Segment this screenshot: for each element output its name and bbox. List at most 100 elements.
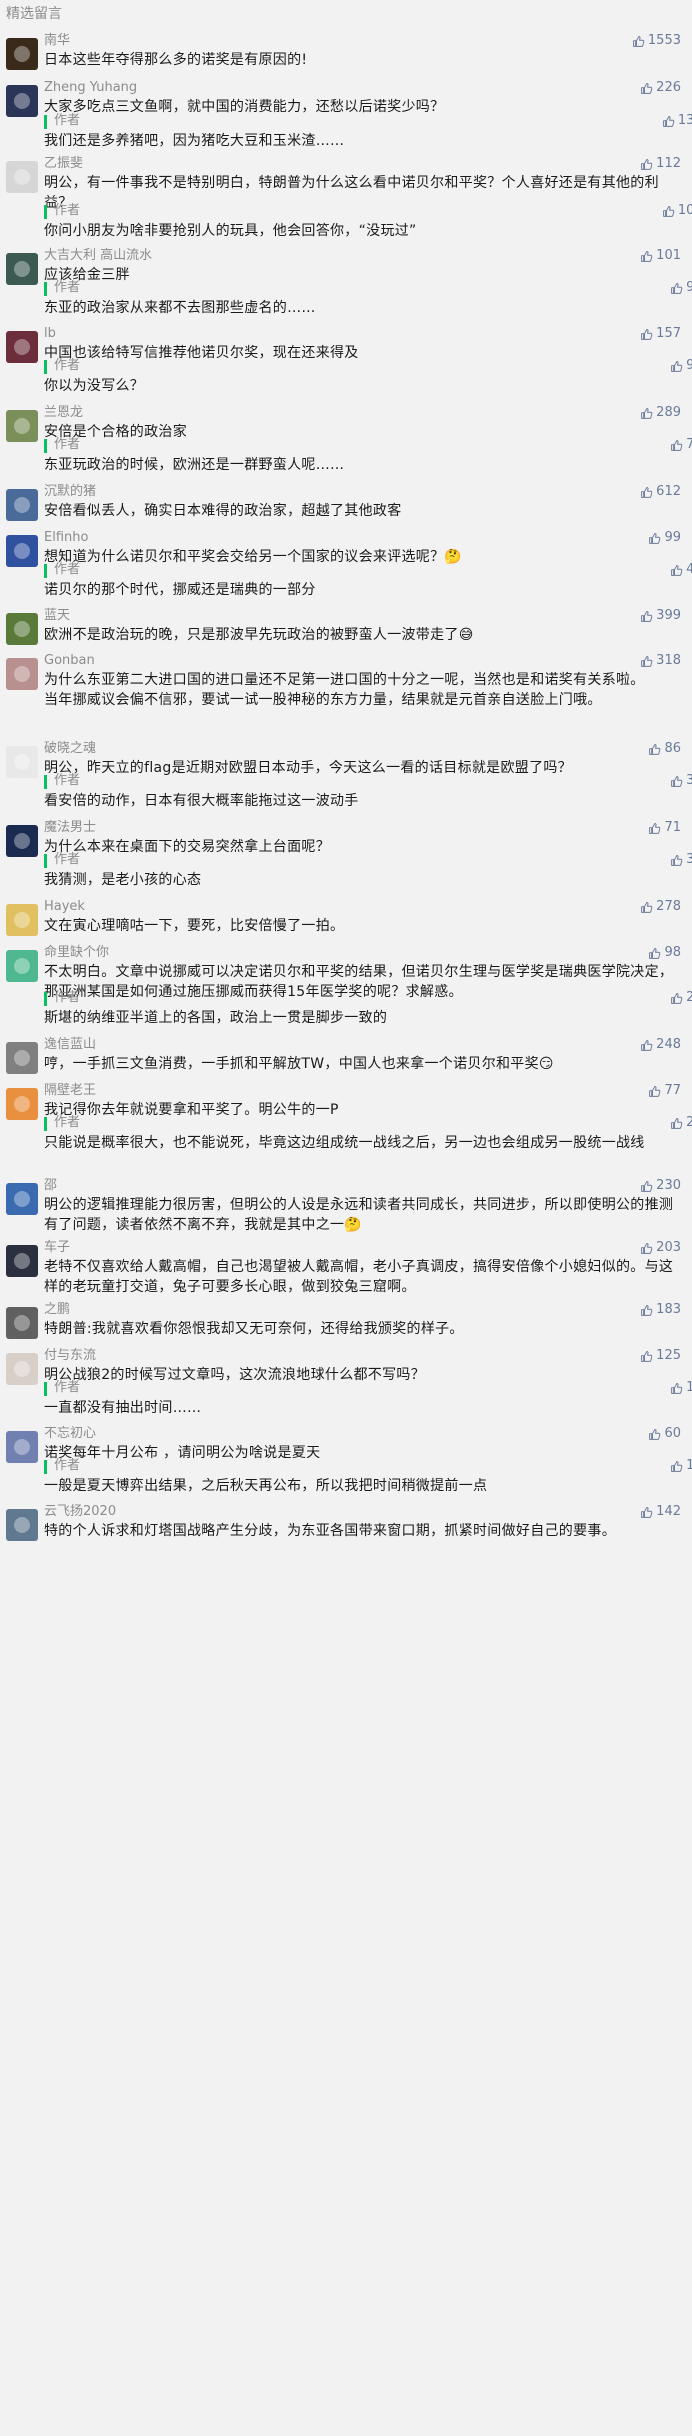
avatar[interactable] <box>6 613 38 645</box>
like-button[interactable]: 289 <box>640 405 681 421</box>
thumbs-up-icon[interactable] <box>640 158 653 171</box>
commenter-name[interactable]: 不忘初心 <box>44 1426 96 1442</box>
thumbs-up-icon[interactable] <box>648 1428 661 1441</box>
thumbs-up-icon[interactable] <box>640 328 653 341</box>
avatar[interactable] <box>6 904 38 936</box>
like-button[interactable]: 1037 <box>662 203 692 219</box>
like-button[interactable]: 101 <box>640 248 681 264</box>
like-button[interactable]: 248 <box>640 1037 681 1053</box>
commenter-name[interactable]: 之鹏 <box>44 1302 70 1318</box>
thumbs-up-icon[interactable] <box>648 947 661 960</box>
avatar[interactable] <box>6 535 38 567</box>
thumbs-up-icon[interactable] <box>640 655 653 668</box>
avatar[interactable] <box>6 1307 38 1339</box>
like-button[interactable]: 300 <box>670 852 692 868</box>
like-button[interactable]: 157 <box>640 326 681 342</box>
thumbs-up-icon[interactable] <box>670 854 683 867</box>
like-button[interactable]: 305 <box>670 773 692 789</box>
thumbs-up-icon[interactable] <box>640 1039 653 1052</box>
avatar[interactable] <box>6 658 38 690</box>
like-button[interactable]: 125 <box>640 1348 681 1364</box>
avatar[interactable] <box>6 38 38 70</box>
thumbs-up-icon[interactable] <box>648 1085 661 1098</box>
like-button[interactable]: 175 <box>670 1380 692 1396</box>
commenter-name[interactable]: lb <box>44 326 56 342</box>
commenter-name[interactable]: 沉默的猪 <box>44 484 96 500</box>
like-button[interactable]: 112 <box>640 156 681 172</box>
thumbs-up-icon[interactable] <box>670 282 683 295</box>
commenter-name[interactable]: 隔壁老王 <box>44 1083 96 1099</box>
like-button[interactable]: 142 <box>640 1504 681 1520</box>
like-button[interactable]: 981 <box>670 280 692 296</box>
commenter-name[interactable]: Zheng Yuhang <box>44 80 137 96</box>
commenter-name[interactable]: 付与东流 <box>44 1348 96 1364</box>
avatar[interactable] <box>6 1245 38 1277</box>
like-button[interactable]: 230 <box>640 1178 681 1194</box>
like-button[interactable]: 245 <box>670 1115 692 1131</box>
thumbs-up-icon[interactable] <box>632 35 645 48</box>
thumbs-up-icon[interactable] <box>670 439 683 452</box>
thumbs-up-icon[interactable] <box>640 1180 653 1193</box>
thumbs-up-icon[interactable] <box>670 1382 683 1395</box>
thumbs-up-icon[interactable] <box>648 822 661 835</box>
commenter-name[interactable]: Hayek <box>44 899 85 915</box>
like-button[interactable]: 257 <box>670 990 692 1006</box>
thumbs-up-icon[interactable] <box>640 610 653 623</box>
thumbs-up-icon[interactable] <box>640 82 653 95</box>
commenter-name[interactable]: 破晓之魂 <box>44 741 96 757</box>
commenter-name[interactable]: 命里缺个你 <box>44 945 109 961</box>
like-button[interactable]: 60 <box>648 1426 681 1442</box>
thumbs-up-icon[interactable] <box>670 564 683 577</box>
thumbs-up-icon[interactable] <box>640 901 653 914</box>
like-button[interactable]: 99 <box>648 530 681 546</box>
avatar[interactable] <box>6 1431 38 1463</box>
commenter-name[interactable]: 逸信蓝山 <box>44 1037 96 1053</box>
thumbs-up-icon[interactable] <box>640 1242 653 1255</box>
like-button[interactable]: 71 <box>648 820 681 836</box>
avatar[interactable] <box>6 253 38 285</box>
thumbs-up-icon[interactable] <box>640 250 653 263</box>
avatar[interactable] <box>6 950 38 982</box>
commenter-name[interactable]: 大吉大利 高山流水 <box>44 248 152 264</box>
avatar[interactable] <box>6 746 38 778</box>
like-button[interactable]: 1312 <box>662 113 692 129</box>
like-button[interactable]: 98 <box>648 945 681 961</box>
commenter-name[interactable]: 邵 <box>44 1178 57 1194</box>
thumbs-up-icon[interactable] <box>670 775 683 788</box>
like-button[interactable]: 751 <box>670 437 692 453</box>
thumbs-up-icon[interactable] <box>640 1506 653 1519</box>
like-button[interactable]: 226 <box>640 80 681 96</box>
avatar[interactable] <box>6 331 38 363</box>
avatar[interactable] <box>6 1088 38 1120</box>
thumbs-up-icon[interactable] <box>662 205 675 218</box>
avatar[interactable] <box>6 1509 38 1541</box>
avatar[interactable] <box>6 1353 38 1385</box>
like-button[interactable]: 153 <box>670 1458 692 1474</box>
thumbs-up-icon[interactable] <box>662 115 675 128</box>
commenter-name[interactable]: 魔法男士 <box>44 820 96 836</box>
thumbs-up-icon[interactable] <box>670 1460 683 1473</box>
commenter-name[interactable]: Gonban <box>44 653 95 669</box>
like-button[interactable]: 77 <box>648 1083 681 1099</box>
commenter-name[interactable]: 车子 <box>44 1240 70 1256</box>
like-button[interactable]: 86 <box>648 741 681 757</box>
like-button[interactable]: 203 <box>640 1240 681 1256</box>
avatar[interactable] <box>6 1042 38 1074</box>
avatar[interactable] <box>6 161 38 193</box>
like-button[interactable]: 318 <box>640 653 681 669</box>
thumbs-up-icon[interactable] <box>670 992 683 1005</box>
thumbs-up-icon[interactable] <box>640 1304 653 1317</box>
like-button[interactable]: 1553 <box>632 33 681 49</box>
avatar[interactable] <box>6 1183 38 1215</box>
thumbs-up-icon[interactable] <box>640 486 653 499</box>
commenter-name[interactable]: 兰恩龙 <box>44 405 83 421</box>
thumbs-up-icon[interactable] <box>670 1117 683 1130</box>
avatar[interactable] <box>6 489 38 521</box>
like-button[interactable]: 399 <box>640 608 681 624</box>
avatar[interactable] <box>6 85 38 117</box>
like-button[interactable]: 952 <box>670 358 692 374</box>
like-button[interactable]: 458 <box>670 562 692 578</box>
thumbs-up-icon[interactable] <box>640 1350 653 1363</box>
thumbs-up-icon[interactable] <box>670 360 683 373</box>
avatar[interactable] <box>6 825 38 857</box>
